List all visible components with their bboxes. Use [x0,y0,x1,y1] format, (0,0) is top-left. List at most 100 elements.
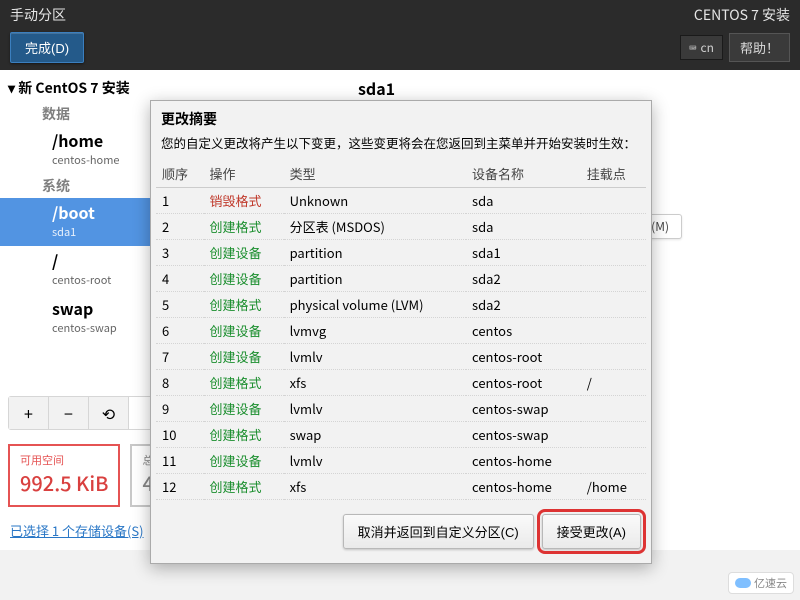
top-bar: 手动分区 CENTOS 7 安装 [0,0,800,30]
install-tree-header[interactable]: 新 CentOS 7 安装 [0,70,347,102]
cell-operation: 创建格式 [204,422,284,448]
table-row[interactable]: 4创建设备partitionsda2 [156,266,646,292]
table-row[interactable]: 3创建设备partitionsda1 [156,240,646,266]
cell-device: centos-root [466,344,581,370]
cloud-icon [735,578,751,588]
table-row[interactable]: 1销毁格式Unknownsda [156,188,646,214]
table-row[interactable]: 6创建设备lvmvgcentos [156,318,646,344]
installer-title: CENTOS 7 安装 [694,5,790,25]
available-space-value: 992.5 KiB [20,468,108,497]
cell-operation: 创建设备 [204,344,284,370]
cell-operation: 创建格式 [204,370,284,396]
cell-type: lvmlv [284,448,466,474]
col-operation[interactable]: 操作 [204,160,284,188]
cell-device: centos-home [466,448,581,474]
watermark-text: 亿速云 [754,575,787,591]
done-button[interactable]: 完成(D) [10,32,84,63]
col-type[interactable]: 类型 [284,160,466,188]
add-partition-button[interactable]: + [9,397,49,429]
available-space-label: 可用空间 [20,452,108,468]
cell-order: 2 [156,214,204,240]
remove-partition-button[interactable]: − [49,397,89,429]
cell-operation: 创建设备 [204,318,284,344]
watermark-logo: 亿速云 [728,572,794,594]
cell-mount [581,448,646,474]
cell-device: centos-swap [466,422,581,448]
keyboard-layout: cn [701,39,714,56]
cell-operation: 创建格式 [204,474,284,500]
cell-operation: 创建设备 [204,266,284,292]
cell-type: physical volume (LVM) [284,292,466,318]
cell-mount [581,344,646,370]
keyboard-indicator[interactable]: ⌨ cn [680,35,723,60]
cell-order: 1 [156,188,204,214]
cell-type: swap [284,422,466,448]
table-row[interactable]: 5创建格式physical volume (LVM)sda2 [156,292,646,318]
cell-order: 5 [156,292,204,318]
device-title: sda1 [358,76,790,100]
cell-order: 11 [156,448,204,474]
accept-button[interactable]: 接受更改(A) [542,514,641,549]
cell-device: sda2 [466,292,581,318]
cell-device: sda1 [466,240,581,266]
changes-summary-dialog: 更改摘要 您的自定义更改将产生以下变更，这些变更将会在您返回到主菜单并开始安装时… [150,100,652,564]
cell-mount [581,214,646,240]
table-row[interactable]: 10创建格式swapcentos-swap [156,422,646,448]
cell-type: partition [284,240,466,266]
dialog-subtitle: 您的自定义更改将产生以下变更，这些变更将会在您返回到主菜单并开始安装时生效： [151,131,651,160]
cell-order: 10 [156,422,204,448]
cell-device: centos-swap [466,396,581,422]
cell-type: lvmvg [284,318,466,344]
cell-type: Unknown [284,188,466,214]
cell-operation: 创建格式 [204,292,284,318]
available-space-card: 可用空间 992.5 KiB [8,444,120,507]
cell-order: 12 [156,474,204,500]
keyboard-icon: ⌨ [689,41,696,55]
cell-order: 6 [156,318,204,344]
cell-device: sda2 [466,266,581,292]
dialog-buttons: 取消并返回到自定义分区(C) 接受更改(A) [151,500,651,563]
cell-operation: 创建设备 [204,448,284,474]
cell-order: 7 [156,344,204,370]
cell-operation: 创建格式 [204,214,284,240]
cell-mount [581,240,646,266]
cell-order: 9 [156,396,204,422]
table-header-row: 顺序 操作 类型 设备名称 挂载点 [156,160,646,188]
cell-type: lvmlv [284,344,466,370]
changes-table: 顺序 操作 类型 设备名称 挂载点 1销毁格式Unknownsda2创建格式分区… [156,160,646,500]
table-row[interactable]: 9创建设备lvmlvcentos-swap [156,396,646,422]
cell-device: centos [466,318,581,344]
cell-order: 3 [156,240,204,266]
toolbar-row: 完成(D) ⌨ cn 帮助！ [0,30,800,70]
cancel-button[interactable]: 取消并返回到自定义分区(C) [343,514,534,549]
cell-mount [581,266,646,292]
dialog-title: 更改摘要 [151,101,651,131]
cell-type: lvmlv [284,396,466,422]
cell-mount [581,292,646,318]
col-order[interactable]: 顺序 [156,160,204,188]
cell-mount: / [581,370,646,396]
cell-type: xfs [284,370,466,396]
cell-type: xfs [284,474,466,500]
table-row[interactable]: 7创建设备lvmlvcentos-root [156,344,646,370]
cell-type: 分区表 (MSDOS) [284,214,466,240]
cell-device: sda [466,214,581,240]
cell-type: partition [284,266,466,292]
reload-partition-button[interactable]: ⟲ [89,397,129,429]
table-row[interactable]: 8创建格式xfscentos-root/ [156,370,646,396]
cell-device: centos-home [466,474,581,500]
table-row[interactable]: 11创建设备lvmlvcentos-home [156,448,646,474]
table-row[interactable]: 12创建格式xfscentos-home/home [156,474,646,500]
help-button[interactable]: 帮助！ [729,33,790,62]
cell-operation: 创建设备 [204,396,284,422]
cell-device: sda [466,188,581,214]
cell-device: centos-root [466,370,581,396]
col-device[interactable]: 设备名称 [466,160,581,188]
cell-mount: /home [581,474,646,500]
table-row[interactable]: 2创建格式分区表 (MSDOS)sda [156,214,646,240]
cell-mount [581,422,646,448]
cell-mount [581,396,646,422]
cell-mount [581,318,646,344]
col-mount[interactable]: 挂载点 [581,160,646,188]
cell-order: 8 [156,370,204,396]
